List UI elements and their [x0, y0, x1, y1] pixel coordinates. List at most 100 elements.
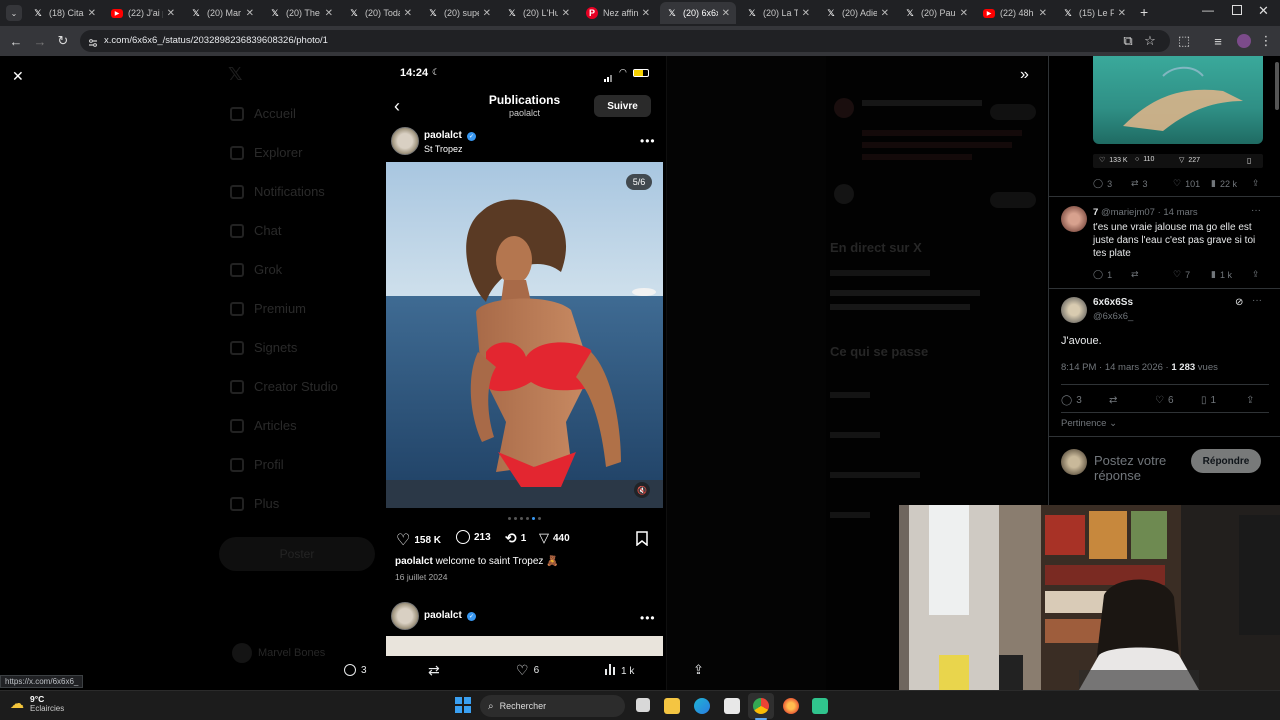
thumb-share-icon[interactable]: ⇪ — [1252, 178, 1260, 189]
post-username[interactable]: paolalct — [424, 130, 462, 141]
close-tab-icon[interactable]: ✕ — [246, 8, 254, 19]
cast-icon[interactable]: ⧉ — [1120, 33, 1136, 49]
views-action[interactable]: 1 k — [605, 664, 634, 678]
browser-tab[interactable]: 𝕏 (15) Le F ✕ — [1056, 2, 1132, 24]
caption-username[interactable]: paolalct — [395, 556, 433, 567]
reply-more-icon[interactable]: ··· — [1251, 205, 1261, 216]
sidebar-nav-item[interactable]: Creator Studio — [230, 379, 338, 394]
menu-icon[interactable]: ⋮ — [1258, 33, 1274, 49]
phone-bookmark-icon[interactable] — [636, 531, 648, 547]
author-handle[interactable]: @6x6x6_ — [1093, 311, 1133, 322]
close-tab-icon[interactable]: ✕ — [404, 8, 412, 19]
close-tab-icon[interactable]: ✕ — [642, 8, 650, 19]
browser-tab[interactable]: 𝕏 (20) The ✕ — [263, 2, 339, 24]
expand-panel-icon[interactable]: » — [1020, 66, 1029, 84]
media-icon[interactable]: ≡ — [1210, 33, 1226, 49]
browser-tab[interactable]: 𝕏 (20) Paul ✕ — [898, 2, 974, 24]
browser-tab[interactable]: P Nez affin ✕ — [580, 2, 656, 24]
close-viewer-icon[interactable]: ✕ — [12, 68, 24, 85]
browser-tab[interactable]: ▶ (22) J'ai p ✕ — [105, 2, 181, 24]
sidebar-nav-item[interactable]: Plus — [230, 496, 279, 511]
close-tab-icon[interactable]: ✕ — [1039, 8, 1047, 19]
sidebar-nav-item[interactable]: Signets — [230, 340, 297, 355]
browser-tab[interactable]: 𝕏 (20) Adie ✕ — [819, 2, 895, 24]
post-more-icon[interactable]: ••• — [640, 134, 656, 148]
start-button[interactable] — [455, 697, 471, 718]
follow-button[interactable]: Suivre — [594, 95, 651, 117]
close-tab-icon[interactable]: ✕ — [802, 8, 810, 19]
thumb-like-action[interactable]: ♡ 101 — [1173, 178, 1200, 189]
post-photo[interactable]: 5/6 🔇 — [386, 162, 663, 508]
browser-tab[interactable]: 𝕏 (20) La T ✕ — [740, 2, 816, 24]
author-reply-action[interactable]: ◯ 3 — [1061, 395, 1082, 406]
new-tab-button[interactable]: + — [1140, 4, 1148, 20]
sidebar-nav-item[interactable]: Chat — [230, 223, 281, 238]
minimize-button[interactable]: — — [1202, 3, 1214, 17]
reply-author-name[interactable]: 7 — [1093, 207, 1098, 218]
next-post-photo[interactable] — [386, 636, 663, 656]
next-post-avatar[interactable] — [391, 602, 419, 630]
url-field[interactable]: x.com/6x6x6_/status/2032898236839608326/… — [80, 30, 1170, 52]
task-view-icon[interactable] — [636, 698, 650, 712]
sidebar-nav-item[interactable]: Articles — [230, 418, 297, 433]
tab-search-button[interactable]: ⌄ — [6, 5, 22, 21]
post-button-dim[interactable]: Poster — [219, 537, 375, 571]
reply-avatar[interactable] — [1061, 206, 1087, 232]
close-tab-icon[interactable]: ✕ — [562, 8, 570, 19]
reply-like-action[interactable]: ♡ 7 — [1173, 269, 1190, 280]
close-tab-icon[interactable]: ✕ — [167, 8, 175, 19]
close-tab-icon[interactable]: ✕ — [483, 8, 491, 19]
phone-share-action[interactable]: ▽ 440 — [539, 530, 570, 546]
post-avatar[interactable] — [391, 127, 419, 155]
post-location[interactable]: St Tropez — [424, 144, 463, 154]
chrome-icon[interactable] — [753, 698, 769, 714]
browser-tab[interactable]: 𝕏 (20) Mar ✕ — [184, 2, 260, 24]
author-name[interactable]: 6x6x6Ss — [1093, 297, 1133, 308]
close-tab-icon[interactable]: ✕ — [325, 8, 333, 19]
author-like-action[interactable]: ♡ 6 — [1155, 395, 1174, 406]
phone-repost-action[interactable]: ⟲ 1 — [505, 530, 526, 547]
sidebar-nav-item[interactable]: Accueil — [230, 106, 296, 121]
reply-action[interactable]: 3 — [344, 664, 367, 676]
sidebar-nav-item[interactable]: Notifications — [230, 184, 325, 199]
firefox-icon[interactable] — [783, 698, 799, 714]
close-tab-icon[interactable]: ✕ — [1118, 8, 1126, 19]
browser-tab[interactable]: ▶ (22) 48h ✕ — [977, 2, 1053, 24]
repost-action[interactable]: ⇄ — [428, 662, 440, 679]
grok-icon[interactable]: ⊘ — [1235, 297, 1243, 308]
thumb-repost-action[interactable]: ⇄ 3 — [1131, 178, 1148, 189]
author-more-icon[interactable]: ··· — [1252, 295, 1262, 306]
thumbnail-image[interactable] — [1093, 56, 1263, 144]
next-post-more-icon[interactable]: ••• — [640, 611, 656, 625]
author-repost-action[interactable]: ⇄ — [1109, 395, 1117, 406]
thumb-reply-action[interactable]: ◯ 3 — [1093, 178, 1112, 189]
reply-share-icon[interactable]: ⇪ — [1252, 269, 1260, 280]
close-tab-icon[interactable]: ✕ — [960, 8, 968, 19]
edge-icon[interactable] — [694, 698, 710, 714]
app-icon[interactable] — [812, 698, 828, 714]
profile-avatar[interactable] — [1237, 34, 1251, 48]
browser-tab[interactable]: 𝕏 (20) L'Hu ✕ — [500, 2, 576, 24]
tweet-timestamp[interactable]: 8:14 PM · 14 mars 2026 · — [1061, 362, 1169, 373]
close-tab-icon[interactable]: ✕ — [88, 8, 96, 19]
store-icon[interactable] — [724, 698, 740, 714]
browser-tab[interactable]: 𝕏 (20) Toda ✕ — [342, 2, 418, 24]
back-icon[interactable]: ← — [8, 33, 24, 49]
reply-repost-action[interactable]: ⇄ — [1131, 269, 1139, 280]
maximize-button[interactable] — [1232, 5, 1242, 15]
reload-icon[interactable]: ↻ — [55, 33, 71, 49]
scrollbar[interactable] — [1275, 62, 1279, 110]
sort-dropdown[interactable]: Pertinence ⌄ — [1061, 418, 1117, 429]
like-action[interactable]: ♡ 6 — [516, 662, 539, 679]
sidebar-nav-item[interactable]: Premium — [230, 301, 306, 316]
taskbar-search[interactable]: ⌕ Rechercher — [480, 695, 625, 717]
author-bookmark-action[interactable]: ▯ 1 — [1201, 395, 1216, 406]
close-window-button[interactable]: ✕ — [1258, 3, 1269, 19]
sidebar-nav-item[interactable]: Profil — [230, 457, 284, 472]
site-info-icon[interactable] — [88, 35, 98, 47]
sidebar-nav-item[interactable]: Grok — [230, 262, 282, 277]
browser-tab[interactable]: 𝕏 (20) supe ✕ — [421, 2, 497, 24]
reply-views-action[interactable]: ▮ 1 k — [1211, 269, 1232, 280]
thumb-views-action[interactable]: ▮ 22 k — [1211, 178, 1237, 189]
phone-comment-action[interactable]: 213 — [456, 530, 491, 544]
